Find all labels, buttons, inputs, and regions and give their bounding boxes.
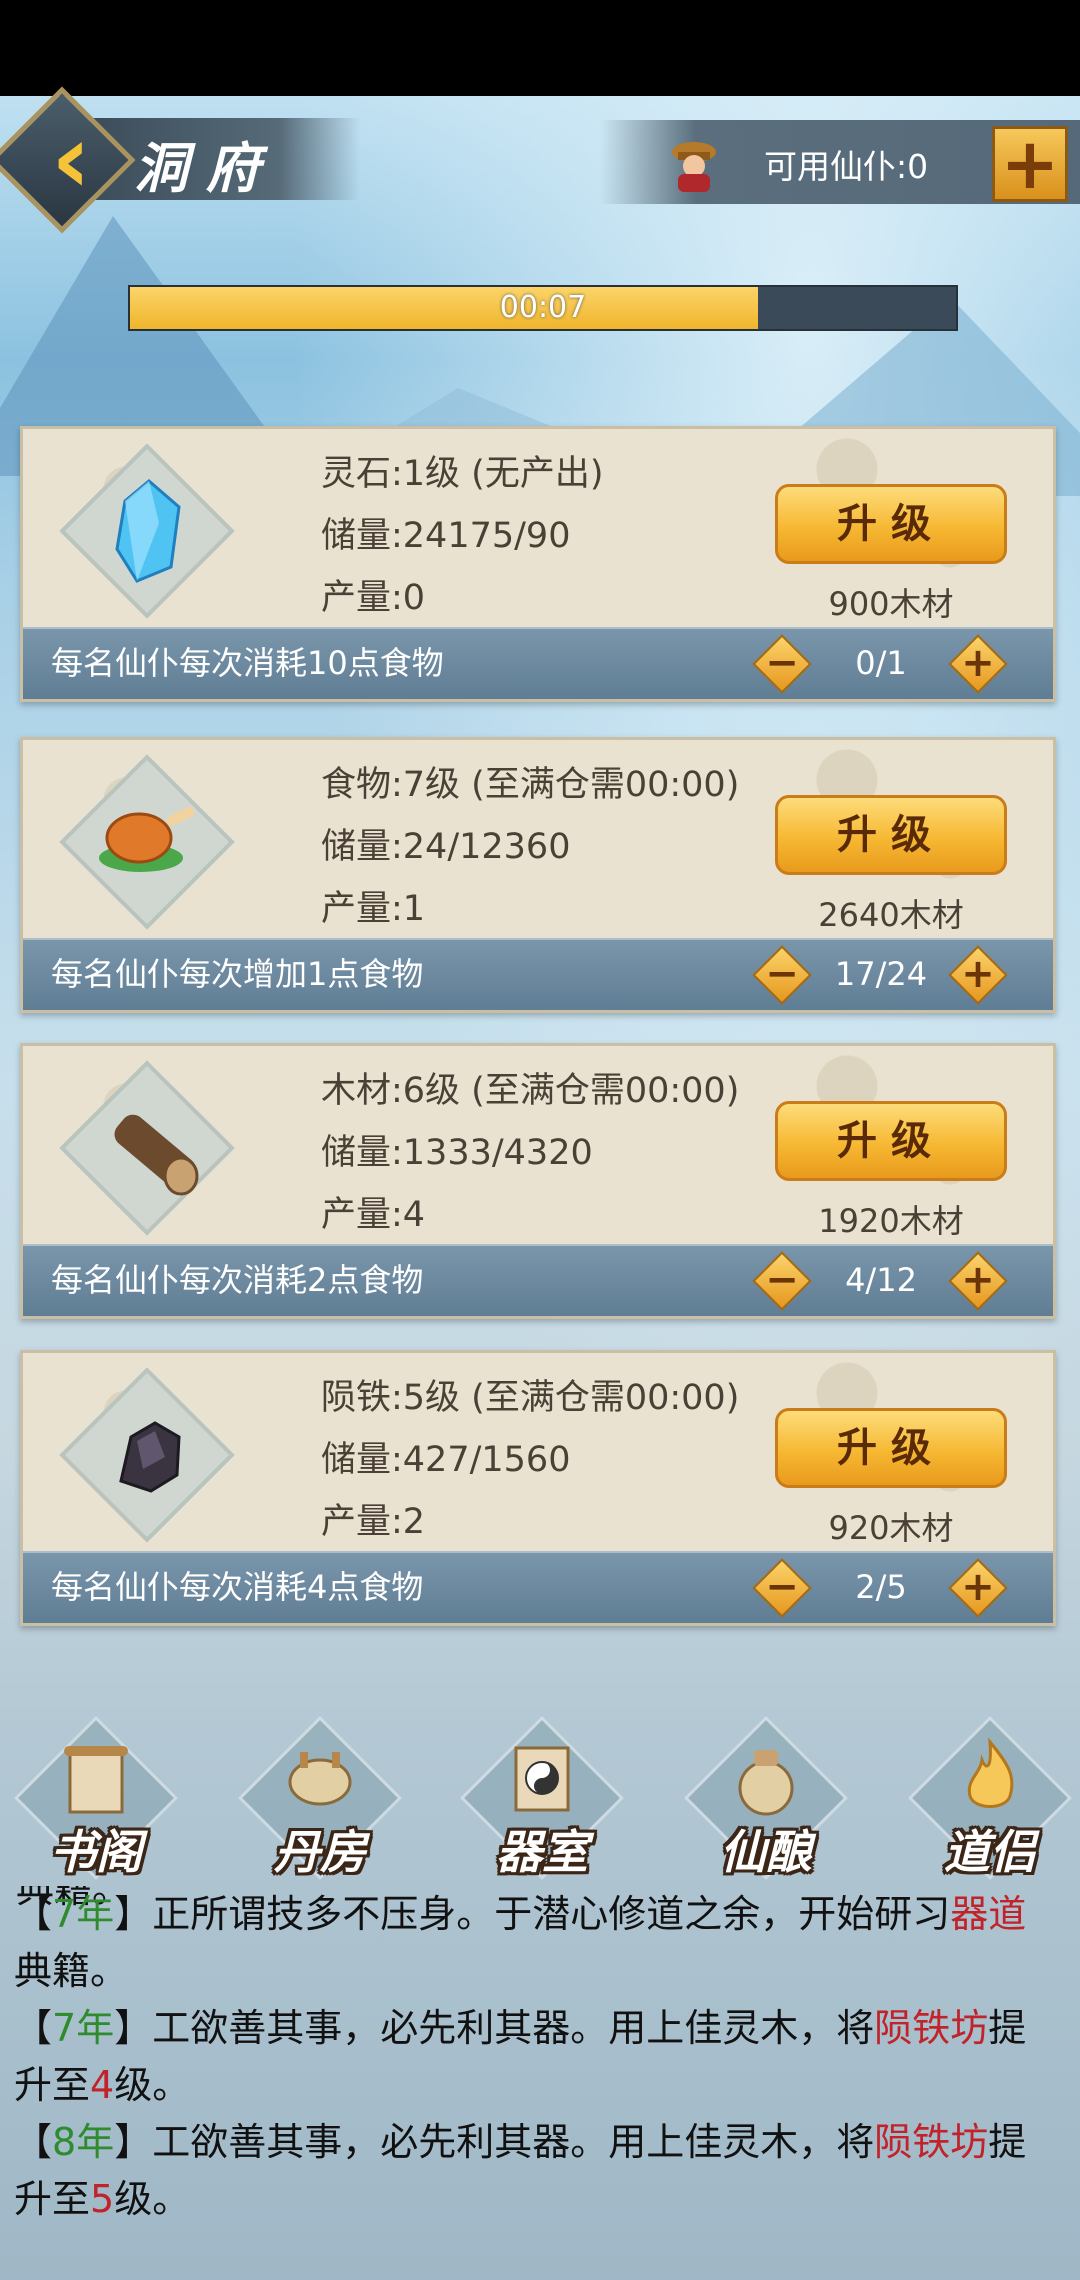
status-bar <box>0 0 1080 96</box>
increase-servant-button[interactable]: + <box>948 1251 1008 1311</box>
servant-note: 每名仙仆每次消耗4点食物 <box>51 1568 424 1606</box>
nav-label: 仙酿 <box>720 1825 812 1879</box>
resource-level: 灵石:1级 (无产出) <box>321 454 604 494</box>
resource-output: 产量:1 <box>321 889 426 929</box>
meteorite-icon <box>119 1421 181 1493</box>
nav-artifact-room[interactable]: 器室 <box>459 1715 625 1886</box>
minus-icon: − <box>765 640 799 686</box>
yinyang-banner-icon <box>514 1746 570 1812</box>
plus-icon: + <box>961 1564 995 1610</box>
increase-servant-button[interactable]: + <box>948 945 1008 1005</box>
increase-servant-button[interactable]: + <box>948 1558 1008 1618</box>
minus-icon: − <box>765 1257 799 1303</box>
servant-assign-bar: 每名仙仆每次增加1点食物 − 17/24 + <box>23 938 1053 1010</box>
increase-servant-button[interactable]: + <box>948 634 1008 694</box>
resource-storage: 储量:1333/4320 <box>321 1133 593 1173</box>
plus-icon: + <box>961 951 995 997</box>
upgrade-button[interactable]: 升级 <box>775 1101 1007 1181</box>
minus-icon: − <box>765 1564 799 1610</box>
servant-note: 每名仙仆每次消耗10点食物 <box>51 644 444 682</box>
decrease-servant-button[interactable]: − <box>752 1558 812 1618</box>
log-year: 8年 <box>52 2120 115 2164</box>
chevron-left-icon[interactable]: ‹ <box>26 104 116 214</box>
servant-count: 4/12 <box>845 1261 917 1299</box>
nav-dao-companion[interactable]: 道侣 <box>907 1715 1073 1886</box>
timer-text: 00:07 <box>499 290 587 325</box>
production-timer-bar: 00:07 <box>128 285 958 331</box>
roast-chicken-icon <box>99 806 195 872</box>
resource-storage: 储量:24175/90 <box>321 516 571 556</box>
wine-jar-icon <box>738 1750 794 1816</box>
upgrade-cost: 1920木材 <box>818 1202 964 1240</box>
decrease-servant-button[interactable]: − <box>752 634 812 694</box>
upgrade-button[interactable]: 升级 <box>775 795 1007 875</box>
log-entry: 【7年】正所谓技多不压身。于潜心修道之余，开始研习器道 典籍。 <box>14 1892 1027 1993</box>
log-year: 7年 <box>52 2006 115 2050</box>
cauldron-icon <box>288 1752 352 1806</box>
available-servants-label: 可用仙仆:0 <box>764 147 929 186</box>
resource-level: 木材:6级 (至满仓需00:00) <box>321 1071 740 1111</box>
log-highlight: 4 <box>90 2063 115 2107</box>
resource-output: 产量:0 <box>321 578 426 618</box>
nav-label: 丹房 <box>274 1825 366 1879</box>
nav-library[interactable]: 书阁 <box>13 1715 179 1886</box>
log-highlight: 陨铁坊 <box>874 2120 989 2164</box>
log-year: 7年 <box>52 1892 115 1936</box>
upgrade-cost: 920木材 <box>828 1509 954 1547</box>
crystal-icon <box>115 479 181 583</box>
servant-count: 2/5 <box>855 1568 907 1606</box>
flame-icon <box>967 1737 1014 1808</box>
log-highlight: 5 <box>90 2177 115 2221</box>
upgrade-button[interactable]: 升级 <box>775 484 1007 564</box>
resource-output: 产量:2 <box>321 1502 426 1542</box>
resource-storage: 储量:24/12360 <box>321 827 571 867</box>
nav-alchemy-room[interactable]: 丹房 <box>237 1715 403 1886</box>
servant-note: 每名仙仆每次消耗2点食物 <box>51 1261 424 1299</box>
nav-label: 器室 <box>496 1825 588 1879</box>
event-log[interactable]: 典籍。 【7年】正所谓技多不压身。于潜心修道之余，开始研习器道 典籍。 【7年】工… <box>0 1886 1080 2280</box>
resource-card-wood: 木材:6级 (至满仓需00:00) 储量:1333/4320 产量:4 升级 1… <box>20 1043 1056 1319</box>
plus-icon: + <box>961 640 995 686</box>
page-title: 洞府 <box>134 136 278 200</box>
resource-info: 灵石:1级 (无产出) 储量:24175/90 产量:0 <box>321 443 604 629</box>
resource-level: 食物:7级 (至满仓需00:00) <box>321 765 740 805</box>
resource-card-meteorite: 陨铁:5级 (至满仓需00:00) 储量:427/1560 产量:2 升级 92… <box>20 1350 1056 1626</box>
decrease-servant-button[interactable]: − <box>752 945 812 1005</box>
resource-card-food: 食物:7级 (至满仓需00:00) 储量:24/12360 产量:1 升级 26… <box>20 737 1056 1013</box>
log-highlight: 器道 <box>950 1892 1027 1936</box>
nav-label: 书阁 <box>50 1825 142 1879</box>
resource-output: 产量:4 <box>321 1195 426 1235</box>
resource-info: 陨铁:5级 (至满仓需00:00) 储量:427/1560 产量:2 <box>321 1367 739 1553</box>
scroll-icon <box>64 1746 128 1814</box>
resource-level: 陨铁:5级 (至满仓需00:00) <box>321 1378 740 1418</box>
servant-count: 17/24 <box>834 955 928 993</box>
resource-card-spirit-stone: 灵石:1级 (无产出) 储量:24175/90 产量:0 升级 900木材 每名… <box>20 426 1056 702</box>
log-entry: 【7年】工欲善其事，必先利其器。用上佳灵木，将陨铁坊提 升至4级。 <box>14 2006 1027 2107</box>
log-highlight: 陨铁坊 <box>874 2006 989 2050</box>
servant-note: 每名仙仆每次增加1点食物 <box>51 955 424 993</box>
resource-storage: 储量:427/1560 <box>321 1440 571 1480</box>
add-servant-button[interactable]: + <box>992 126 1068 202</box>
servant-avatar-icon <box>672 142 716 192</box>
decrease-servant-button[interactable]: − <box>752 1251 812 1311</box>
upgrade-cost: 2640木材 <box>818 896 964 934</box>
servant-assign-bar: 每名仙仆每次消耗10点食物 − 0/1 + <box>23 627 1053 699</box>
log-icon <box>114 1114 199 1196</box>
nav-brewery[interactable]: 仙酿 <box>683 1715 849 1886</box>
resource-info: 木材:6级 (至满仓需00:00) 储量:1333/4320 产量:4 <box>321 1060 739 1246</box>
nav-label: 道侣 <box>944 1825 1036 1879</box>
log-entry: 【8年】工欲善其事，必先利其器。用上佳灵木，将陨铁坊提 升至5级。 <box>14 2120 1027 2221</box>
upgrade-button[interactable]: 升级 <box>775 1408 1007 1488</box>
upgrade-cost: 900木材 <box>828 585 954 623</box>
resource-info: 食物:7级 (至满仓需00:00) 储量:24/12360 产量:1 <box>321 754 739 940</box>
minus-icon: − <box>765 951 799 997</box>
servant-count: 0/1 <box>855 644 907 682</box>
servant-assign-bar: 每名仙仆每次消耗4点食物 − 2/5 + <box>23 1551 1053 1623</box>
plus-icon: + <box>961 1257 995 1303</box>
servant-assign-bar: 每名仙仆每次消耗2点食物 − 4/12 + <box>23 1244 1053 1316</box>
